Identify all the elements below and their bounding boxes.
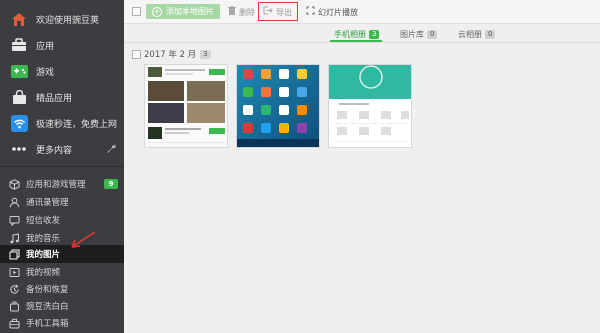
sidebar-item-sms[interactable]: 短信收发 — [0, 211, 124, 229]
group-header: 2017 年 2 月 3 — [144, 48, 211, 60]
export-button[interactable]: 导出 — [263, 5, 292, 19]
screenshot-home-screen — [237, 65, 319, 147]
photo-thumbnail[interactable] — [144, 64, 228, 148]
group-select-checkbox[interactable] — [132, 50, 141, 59]
trash-icon — [228, 6, 236, 18]
music-icon — [10, 232, 19, 243]
toolbox-icon — [9, 318, 20, 328]
clean-icon — [10, 301, 19, 311]
sidebar-item-wifi[interactable]: 极速秒连，免费上网 — [0, 110, 124, 136]
photo-thumbnail[interactable] — [328, 64, 412, 148]
sidebar-item-app-management[interactable]: 应用和游戏管理 9 — [0, 175, 124, 193]
add-local-pictures-button[interactable]: + 添加本地图片 — [146, 4, 220, 19]
sidebar-item-featured[interactable]: 精品应用 — [0, 84, 124, 110]
tabs-divider — [124, 42, 600, 43]
delete-button[interactable]: 删除 — [228, 5, 255, 19]
sidebar-item-videos[interactable]: 我的视频 — [0, 263, 124, 281]
more-dots-icon — [10, 140, 28, 158]
tab-cloud-album[interactable]: 云相册 0 — [458, 26, 496, 42]
contact-icon — [9, 197, 20, 207]
tab-picture-library[interactable]: 图片库 0 — [400, 26, 438, 42]
main-panel: + 添加本地图片 删除 导出 幻灯片播放 手机相册 3 图片库 0 云相册 0 … — [124, 0, 600, 333]
video-icon — [9, 267, 20, 277]
picture-icon — [9, 249, 20, 259]
gamepad-icon — [10, 62, 28, 80]
sidebar-item-welcome[interactable]: 欢迎使用豌豆荚 — [0, 6, 124, 32]
briefcase-icon — [10, 36, 28, 54]
wifi-icon — [10, 114, 28, 132]
sidebar-item-apps[interactable]: 应用 — [0, 32, 124, 58]
wrench-icon[interactable] — [106, 143, 117, 157]
sidebar-divider — [0, 166, 124, 167]
screenshot-app-list — [145, 65, 227, 147]
select-all-checkbox[interactable] — [132, 7, 141, 16]
cube-icon — [9, 178, 20, 190]
fullscreen-icon — [306, 6, 315, 18]
message-icon — [9, 215, 20, 226]
update-count-badge: 9 — [104, 179, 118, 189]
backup-icon — [10, 283, 19, 294]
bag-icon — [10, 88, 28, 106]
sidebar-item-pictures[interactable]: 我的图片 — [0, 245, 124, 263]
sidebar-item-games[interactable]: 游戏 — [0, 58, 124, 84]
sidebar: 欢迎使用豌豆荚 应用 游戏 精品应用 极速秒连，免费上网 更多内容 应用和游戏管… — [0, 0, 124, 333]
toolbar: + 添加本地图片 删除 导出 幻灯片播放 — [124, 0, 600, 24]
export-icon — [263, 6, 273, 18]
screenshot-cleaner-app — [329, 65, 411, 147]
sidebar-item-more[interactable]: 更多内容 — [0, 136, 124, 162]
sidebar-item-contacts[interactable]: 通讯录管理 — [0, 193, 124, 211]
sidebar-item-toolbox[interactable]: 手机工具箱 — [0, 314, 124, 332]
slideshow-button[interactable]: 幻灯片播放 — [306, 5, 358, 19]
sidebar-item-clean[interactable]: 豌豆洗白白 — [0, 297, 124, 315]
sidebar-item-backup[interactable]: 备份和恢复 — [0, 280, 124, 298]
photo-thumbnail[interactable] — [236, 64, 320, 148]
plus-icon: + — [152, 6, 162, 17]
home-icon — [10, 10, 28, 28]
